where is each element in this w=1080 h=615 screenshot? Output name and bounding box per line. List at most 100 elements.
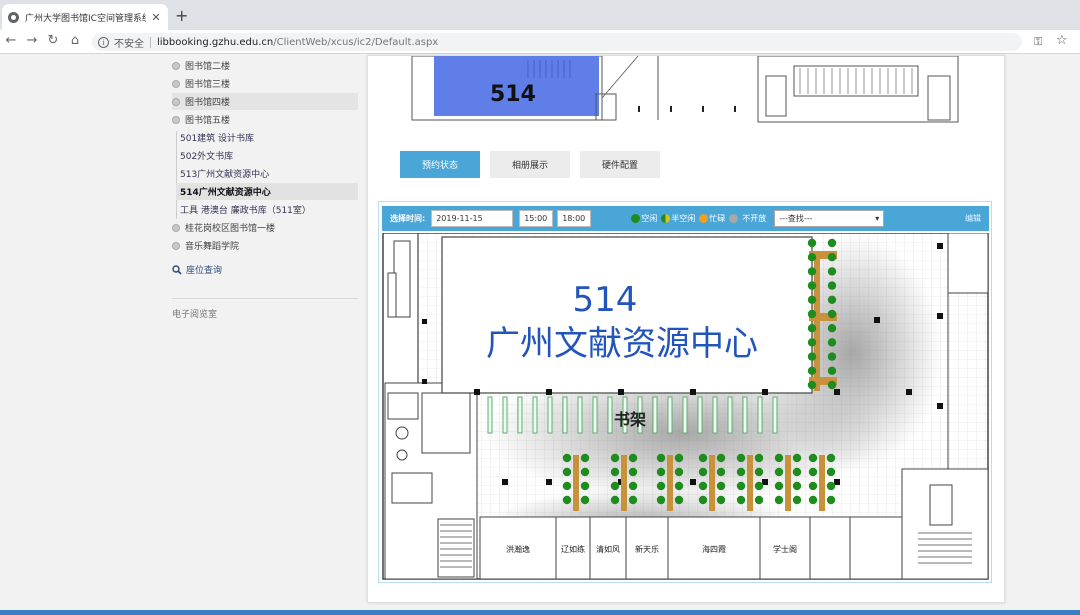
- seat-search-link[interactable]: 座位查询: [172, 263, 222, 276]
- sidebar-subitem-511[interactable]: 工具 港澳台 廉政书库（511室）: [176, 201, 358, 218]
- seat-marker[interactable]: [827, 281, 837, 290]
- edit-link[interactable]: 编辑: [965, 213, 981, 224]
- seat-marker[interactable]: [562, 467, 572, 477]
- seat-marker[interactable]: [716, 495, 726, 505]
- star-icon[interactable]: ☆: [1056, 33, 1068, 48]
- tab-photo-album[interactable]: 相册展示: [490, 151, 570, 178]
- seat-marker[interactable]: [736, 453, 746, 463]
- seat-marker[interactable]: [827, 309, 837, 319]
- info-icon[interactable]: i: [98, 36, 109, 48]
- seat-marker[interactable]: [827, 324, 837, 333]
- seat-marker[interactable]: [698, 467, 708, 477]
- seat-marker[interactable]: [808, 467, 818, 477]
- seat-marker[interactable]: [562, 453, 572, 463]
- seat-marker[interactable]: [792, 453, 802, 463]
- key-icon[interactable]: ⚿: [1034, 35, 1042, 49]
- seat-marker[interactable]: [827, 366, 837, 375]
- tab-hardware[interactable]: 硬件配置: [580, 151, 660, 178]
- ebook-room-link[interactable]: 电子阅览室: [172, 307, 217, 320]
- end-time-input[interactable]: 18:00: [557, 210, 592, 227]
- seat-marker[interactable]: [562, 495, 572, 505]
- back-button[interactable]: ←: [2, 33, 20, 48]
- seat-marker[interactable]: [754, 495, 764, 505]
- start-time-input[interactable]: 15:00: [519, 210, 554, 227]
- address-bar[interactable]: i 不安全 libbooking.gzhu.edu.cn /ClientWeb/…: [92, 33, 1022, 51]
- seat-marker[interactable]: [716, 467, 726, 477]
- seat-marker[interactable]: [827, 338, 837, 347]
- seat-marker[interactable]: [808, 453, 818, 463]
- sidebar-item-floor2[interactable]: 图书馆二楼: [172, 57, 358, 74]
- seat-marker[interactable]: [826, 495, 836, 505]
- reload-button[interactable]: ↻: [44, 33, 62, 48]
- seat-marker[interactable]: [698, 481, 708, 491]
- seat-marker[interactable]: [774, 453, 784, 463]
- forward-button[interactable]: →: [23, 33, 41, 48]
- seat-marker[interactable]: [807, 366, 817, 375]
- seat-marker[interactable]: [774, 467, 784, 477]
- seat-marker[interactable]: [610, 481, 620, 491]
- seat-marker[interactable]: [807, 380, 817, 390]
- seat-marker[interactable]: [807, 309, 817, 319]
- seat-marker[interactable]: [698, 453, 708, 463]
- seat-marker[interactable]: [807, 267, 817, 276]
- seat-marker[interactable]: [807, 295, 817, 304]
- seat-marker[interactable]: [698, 495, 708, 505]
- home-button[interactable]: ⌂: [66, 33, 84, 48]
- seat-marker[interactable]: [807, 352, 817, 361]
- seat-marker[interactable]: [827, 380, 837, 390]
- seat-marker[interactable]: [716, 481, 726, 491]
- seat-marker[interactable]: [827, 295, 837, 304]
- sidebar-subitem-514[interactable]: 514广州文献资源中心: [176, 183, 358, 200]
- seat-marker[interactable]: [610, 467, 620, 477]
- seat-marker[interactable]: [656, 453, 666, 463]
- seat-marker[interactable]: [580, 467, 590, 477]
- seat-marker[interactable]: [808, 481, 818, 491]
- seat-marker[interactable]: [580, 453, 590, 463]
- seat-marker[interactable]: [827, 267, 837, 276]
- seat-marker[interactable]: [656, 467, 666, 477]
- tab-reservation-status[interactable]: 预约状态: [400, 151, 480, 178]
- seat-marker[interactable]: [827, 238, 837, 248]
- seat-marker[interactable]: [792, 467, 802, 477]
- sidebar-item-music-dance[interactable]: 音乐舞蹈学院: [172, 237, 358, 254]
- seat-marker[interactable]: [674, 453, 684, 463]
- date-input[interactable]: 2019-11-15: [431, 210, 514, 227]
- seat-marker[interactable]: [628, 481, 638, 491]
- sidebar-subitem-502[interactable]: 502外文书库: [176, 147, 358, 164]
- seat-marker[interactable]: [792, 481, 802, 491]
- seat-marker[interactable]: [580, 495, 590, 505]
- sidebar-item-floor4[interactable]: 图书馆四楼: [172, 93, 358, 110]
- seat-marker[interactable]: [736, 481, 746, 491]
- sidebar-item-floor3[interactable]: 图书馆三楼: [172, 75, 358, 92]
- seat-marker[interactable]: [674, 481, 684, 491]
- seat-marker[interactable]: [807, 281, 817, 290]
- close-tab-icon[interactable]: ✕: [150, 11, 162, 24]
- new-tab-button[interactable]: +: [175, 6, 188, 25]
- seat-marker[interactable]: [754, 453, 764, 463]
- seat-marker[interactable]: [827, 253, 837, 262]
- seat-marker[interactable]: [656, 495, 666, 505]
- seat-marker[interactable]: [754, 481, 764, 491]
- sidebar-subitem-501[interactable]: 501建筑 设计书库: [176, 129, 358, 146]
- sidebar-item-guihuagang[interactable]: 桂花岗校区图书馆一楼: [172, 219, 358, 236]
- seat-marker[interactable]: [754, 467, 764, 477]
- seat-marker[interactable]: [807, 338, 817, 347]
- seat-marker[interactable]: [716, 453, 726, 463]
- seat-marker[interactable]: [736, 495, 746, 505]
- seat-marker[interactable]: [580, 481, 590, 491]
- seat-marker[interactable]: [674, 495, 684, 505]
- seat-marker[interactable]: [807, 324, 817, 333]
- sidebar-item-floor5[interactable]: 图书馆五楼: [172, 111, 358, 128]
- seat-marker[interactable]: [826, 481, 836, 491]
- seat-marker[interactable]: [562, 481, 572, 491]
- browser-tab[interactable]: 广州大学图书馆IC空间管理系统 ✕: [2, 4, 168, 30]
- seat-marker[interactable]: [610, 495, 620, 505]
- seat-marker[interactable]: [792, 495, 802, 505]
- sidebar-subitem-513[interactable]: 513广州文献资源中心: [176, 165, 358, 182]
- seat-marker[interactable]: [628, 453, 638, 463]
- seat-marker[interactable]: [610, 453, 620, 463]
- seat-marker[interactable]: [774, 481, 784, 491]
- seat-marker[interactable]: [628, 495, 638, 505]
- seat-marker[interactable]: [736, 467, 746, 477]
- seat-marker[interactable]: [674, 467, 684, 477]
